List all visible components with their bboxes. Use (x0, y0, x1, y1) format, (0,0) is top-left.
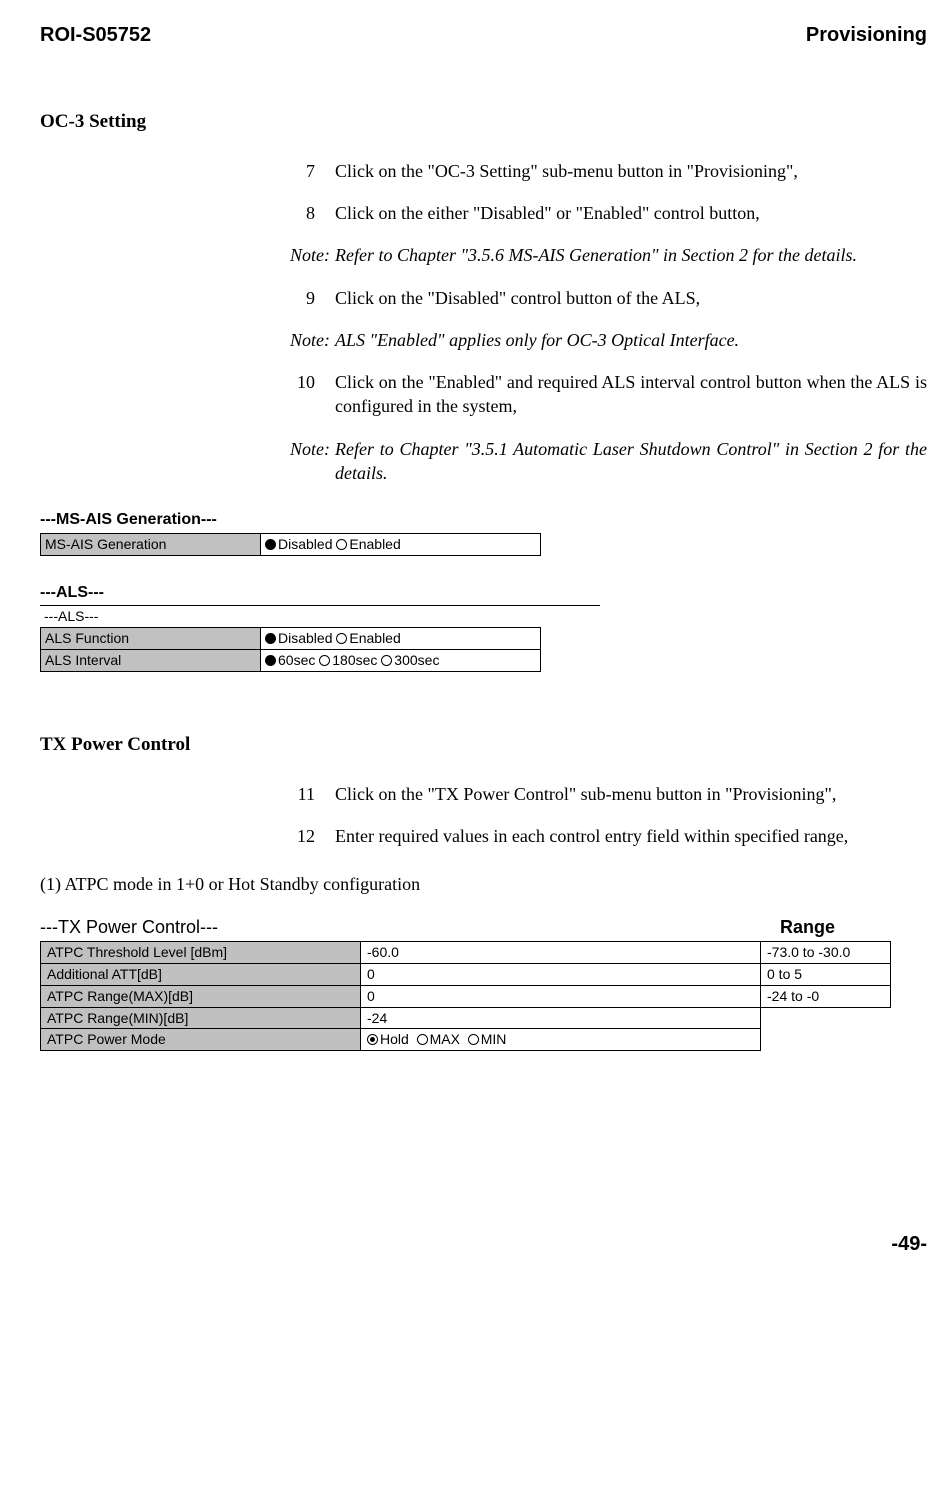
atpc-range-max-value[interactable]: 0 (361, 985, 761, 1007)
msais-row: MS-AIS Generation Disabled Enabled (41, 533, 541, 555)
step-text: Click on the either "Disabled" or "Enabl… (335, 201, 927, 225)
atpc-range-min-value[interactable]: -24 (361, 1007, 761, 1029)
als-function-value: Disabled Enabled (261, 628, 541, 650)
step-11: 11 Click on the "TX Power Control" sub-m… (290, 782, 927, 806)
page-header: ROI-S05752 Provisioning (40, 22, 927, 49)
step-12: 12 Enter required values in each control… (290, 824, 927, 848)
radio-empty-icon[interactable] (468, 1034, 479, 1045)
als-int-60-option[interactable]: 60sec (278, 652, 315, 668)
als-group-title: ---ALS--- (40, 582, 927, 604)
atpc-power-mode-label: ATPC Power Mode (41, 1029, 361, 1051)
als-sub-title: ---ALS--- (40, 606, 540, 627)
note-text: Refer to Chapter "3.5.1 Automatic Laser … (335, 437, 927, 486)
step-10: 10 Click on the "Enabled" and required A… (290, 370, 927, 419)
als-interval-value: 60sec 180sec 300sec (261, 650, 541, 672)
tx-range-header: Range (780, 915, 835, 939)
step-text: Click on the "Disabled" control button o… (335, 286, 927, 310)
radio-selected-icon[interactable] (367, 1034, 378, 1045)
step-7: 7 Click on the "OC-3 Setting" sub-menu b… (290, 159, 927, 183)
als-interval-row: ALS Interval 60sec 180sec 300sec (41, 650, 541, 672)
radio-empty-icon[interactable] (336, 633, 347, 644)
msais-disabled-option[interactable]: Disabled (278, 536, 332, 552)
atpc-power-mode-value: Hold MAX MIN (361, 1029, 761, 1051)
doc-section: Provisioning (806, 22, 927, 49)
page-number: -49- (40, 1231, 927, 1258)
note-2: Note: ALS "Enabled" applies only for OC-… (290, 328, 927, 352)
radio-filled-icon[interactable] (265, 655, 276, 666)
step-8: 8 Click on the either "Disabled" or "Ena… (290, 201, 927, 225)
step-number: 8 (290, 201, 335, 225)
msais-group: ---MS-AIS Generation--- MS-AIS Generatio… (40, 509, 927, 555)
tx-table-header: ---TX Power Control--- Range (40, 915, 927, 939)
als-function-row: ALS Function Disabled Enabled (41, 628, 541, 650)
oc3-steps: 7 Click on the "OC-3 Setting" sub-menu b… (290, 159, 927, 486)
note-text: Refer to Chapter "3.5.6 MS-AIS Generatio… (335, 243, 927, 267)
note-3: Note: Refer to Chapter "3.5.1 Automatic … (290, 437, 927, 486)
tx-power-table: ATPC Threshold Level [dBm] -60.0 -73.0 t… (40, 941, 891, 1051)
note-label: Note: (290, 243, 335, 267)
als-table: ALS Function Disabled Enabled ALS Interv… (40, 627, 541, 672)
table-row: ATPC Range(MAX)[dB] 0 -24 to -0 (41, 985, 891, 1007)
als-func-disabled-option[interactable]: Disabled (278, 630, 332, 646)
msais-enabled-option[interactable]: Enabled (349, 536, 400, 552)
table-row: Additional ATT[dB] 0 0 to 5 (41, 963, 891, 985)
note-label: Note: (290, 328, 335, 352)
step-number: 9 (290, 286, 335, 310)
step-number: 10 (290, 370, 335, 394)
doc-id: ROI-S05752 (40, 22, 151, 49)
radio-empty-icon[interactable] (319, 655, 330, 666)
empty-cell (761, 1007, 891, 1051)
atpc-range-min-label: ATPC Range(MIN)[dB] (41, 1007, 361, 1029)
mode-hold-option[interactable]: Hold (380, 1031, 409, 1047)
mode-min-option[interactable]: MIN (481, 1031, 507, 1047)
atpc-range-max-label: ATPC Range(MAX)[dB] (41, 985, 361, 1007)
step-number: 12 (290, 824, 335, 848)
additional-att-label: Additional ATT[dB] (41, 963, 361, 985)
note-text: ALS "Enabled" applies only for OC-3 Opti… (335, 328, 927, 352)
als-function-label: ALS Function (41, 628, 261, 650)
step-text: Click on the "Enabled" and required ALS … (335, 370, 927, 419)
als-int-180-option[interactable]: 180sec (332, 652, 377, 668)
radio-empty-icon[interactable] (336, 539, 347, 550)
radio-filled-icon[interactable] (265, 539, 276, 550)
additional-att-value[interactable]: 0 (361, 963, 761, 985)
atpc-threshold-range: -73.0 to -30.0 (761, 941, 891, 963)
step-text: Enter required values in each control en… (335, 824, 927, 848)
note-label: Note: (290, 437, 335, 461)
atpc-threshold-value[interactable]: -60.0 (361, 941, 761, 963)
step-9: 9 Click on the "Disabled" control button… (290, 286, 927, 310)
table-row: ATPC Range(MIN)[dB] -24 (41, 1007, 891, 1029)
note-1: Note: Refer to Chapter "3.5.6 MS-AIS Gen… (290, 243, 927, 267)
msais-label: MS-AIS Generation (41, 533, 261, 555)
msais-table: MS-AIS Generation Disabled Enabled (40, 533, 541, 556)
als-func-enabled-option[interactable]: Enabled (349, 630, 400, 646)
txpower-heading: TX Power Control (40, 732, 927, 758)
atpc-range-max-range: -24 to -0 (761, 985, 891, 1007)
radio-empty-icon[interactable] (381, 655, 392, 666)
table-row: ATPC Threshold Level [dBm] -60.0 -73.0 t… (41, 941, 891, 963)
step-number: 11 (290, 782, 335, 806)
msais-group-title: ---MS-AIS Generation--- (40, 509, 927, 531)
als-interval-label: ALS Interval (41, 650, 261, 672)
tx-subsection: (1) ATPC mode in 1+0 or Hot Standby conf… (40, 872, 927, 896)
radio-filled-icon[interactable] (265, 633, 276, 644)
step-text: Click on the "TX Power Control" sub-menu… (335, 782, 927, 806)
txpower-steps: 11 Click on the "TX Power Control" sub-m… (290, 782, 927, 849)
step-text: Click on the "OC-3 Setting" sub-menu but… (335, 159, 927, 183)
als-group: ---ALS--- ---ALS--- ALS Function Disable… (40, 582, 927, 672)
additional-att-range: 0 to 5 (761, 963, 891, 985)
als-int-300-option[interactable]: 300sec (394, 652, 439, 668)
mode-max-option[interactable]: MAX (430, 1031, 460, 1047)
msais-value: Disabled Enabled (261, 533, 541, 555)
tx-table-title: ---TX Power Control--- (40, 915, 780, 939)
radio-empty-icon[interactable] (417, 1034, 428, 1045)
oc3-heading: OC-3 Setting (40, 109, 927, 135)
step-number: 7 (290, 159, 335, 183)
atpc-threshold-label: ATPC Threshold Level [dBm] (41, 941, 361, 963)
